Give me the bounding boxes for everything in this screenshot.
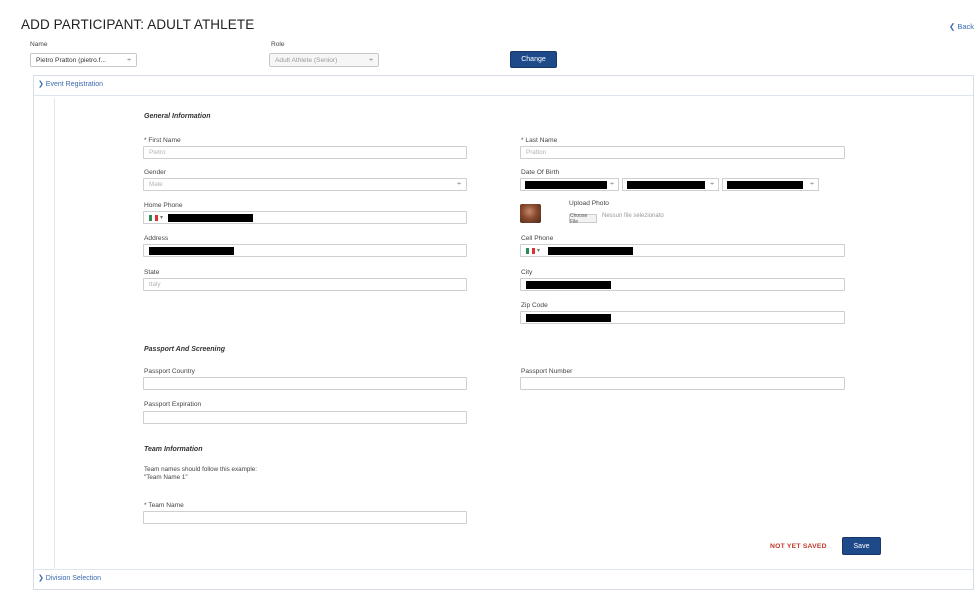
team-name-input[interactable] xyxy=(143,511,467,524)
section-divider xyxy=(34,95,973,96)
team-name-hint-line2: "Team Name 1" xyxy=(144,474,188,481)
redacted-block xyxy=(149,246,234,255)
passport-expiration-label: Passport Expiration xyxy=(144,401,202,408)
passport-number-label: Passport Number xyxy=(521,368,573,375)
team-name-label: * Team Name xyxy=(144,502,184,509)
passport-country-label: Passport Country xyxy=(144,368,195,375)
dob-label: Date Of Birth xyxy=(521,169,560,176)
redacted-block xyxy=(526,313,611,322)
event-registration-body xyxy=(54,98,974,568)
redacted-block xyxy=(525,180,607,189)
section-divider xyxy=(34,569,973,570)
passport-country-input[interactable] xyxy=(143,377,467,390)
gender-value: Male xyxy=(149,181,163,188)
select-arrows-icon: ÷ xyxy=(610,181,614,188)
dob-month-select[interactable]: ÷ xyxy=(622,178,719,191)
upload-photo-label: Upload Photo xyxy=(569,200,609,207)
italy-flag-icon[interactable] xyxy=(526,247,535,254)
gender-select[interactable]: Male ÷ xyxy=(143,178,467,191)
last-name-value: Pratton xyxy=(526,149,547,156)
page-title: ADD PARTICIPANT: ADULT ATHLETE xyxy=(21,17,255,32)
cell-phone-label: Cell Phone xyxy=(521,235,554,242)
no-file-text: Nessun file selezionato xyxy=(602,213,664,219)
redacted-block xyxy=(526,280,611,289)
dob-year-select[interactable]: ÷ xyxy=(722,178,819,191)
chevron-down-icon: ▾ xyxy=(160,215,164,221)
city-input[interactable] xyxy=(520,278,845,291)
select-arrows-icon: ÷ xyxy=(127,56,131,64)
select-arrows-icon: ÷ xyxy=(457,181,461,188)
first-name-label: * First Name xyxy=(144,137,181,144)
home-phone-input[interactable]: ▾ xyxy=(143,211,467,224)
state-value: Italy xyxy=(149,281,161,288)
general-information-heading: General Information xyxy=(144,113,211,120)
address-label: Address xyxy=(144,235,169,242)
redacted-block xyxy=(727,180,803,189)
gender-label: Gender xyxy=(144,169,166,176)
redacted-block xyxy=(627,180,705,189)
select-arrows-icon: ÷ xyxy=(369,56,373,64)
passport-number-input[interactable] xyxy=(520,377,845,390)
back-link[interactable]: ❮ Back xyxy=(949,22,974,31)
first-name-value: Pietro xyxy=(149,149,166,156)
address-input[interactable] xyxy=(143,244,467,257)
zip-code-input[interactable] xyxy=(520,311,845,324)
cell-phone-input[interactable]: ▾ xyxy=(520,244,845,257)
select-arrows-icon: ÷ xyxy=(810,181,814,188)
division-selection-toggle[interactable]: ❯ Division Selection xyxy=(38,574,101,582)
city-label: City xyxy=(521,269,533,276)
role-select[interactable]: Adult Athlete (Senior) ÷ xyxy=(269,53,379,67)
chevron-down-icon: ▾ xyxy=(537,248,541,254)
event-registration-toggle[interactable]: ❯ Event Registration xyxy=(38,80,103,88)
zip-code-label: Zip Code xyxy=(521,302,548,309)
select-arrows-icon: ÷ xyxy=(710,181,714,188)
redacted-block xyxy=(168,213,254,222)
name-select[interactable]: Pietro Pratton (pietro.f... ÷ xyxy=(30,53,137,67)
dob-day-select[interactable]: ÷ xyxy=(520,178,619,191)
italy-flag-icon[interactable] xyxy=(149,214,158,221)
unsaved-status: NOT YET SAVED xyxy=(770,543,827,550)
state-input[interactable]: Italy xyxy=(143,278,467,291)
profile-photo xyxy=(520,204,541,223)
last-name-label: * Last Name xyxy=(521,137,558,144)
name-select-value: Pietro Pratton (pietro.f... xyxy=(36,56,106,64)
team-information-heading: Team Information xyxy=(144,446,203,453)
save-button[interactable]: Save xyxy=(842,537,881,555)
change-button[interactable]: Change xyxy=(510,51,557,68)
role-select-value: Adult Athlete (Senior) xyxy=(275,56,338,64)
last-name-input[interactable]: Pratton xyxy=(520,146,845,159)
passport-heading: Passport And Screening xyxy=(144,346,226,353)
choose-file-button[interactable]: Choose File xyxy=(569,213,597,225)
redacted-block xyxy=(548,246,634,255)
team-name-hint-line1: Team names should follow this example: xyxy=(144,466,258,473)
first-name-input[interactable]: Pietro xyxy=(143,146,467,159)
state-label: State xyxy=(144,269,160,276)
passport-expiration-input[interactable] xyxy=(143,411,467,424)
role-label: Role xyxy=(271,41,285,48)
name-label: Name xyxy=(30,41,48,48)
home-phone-label: Home Phone xyxy=(144,202,183,209)
